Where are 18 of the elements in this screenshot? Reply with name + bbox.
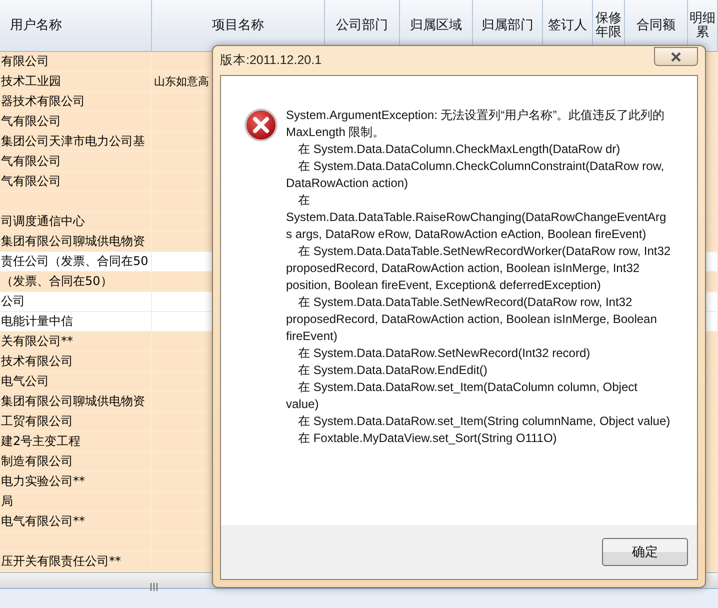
stack-trace-line: 在 System.Data.DataColumn.CheckColumnConstraint(DataRow row, DataRowAction action): [286, 158, 666, 192]
stack-trace-line: 在 System.Data.DataColumn.CheckMaxLength(DataRow dr): [297, 141, 622, 158]
close-button[interactable]: [654, 47, 698, 66]
stack-trace-line: 在 System.Data.DataTable.SetNewRecord(DataRow row, Int32 proposedRecord, DataRowAction action, Boolean isInMerge, Boolean fireEvent): [286, 294, 658, 345]
error-message: System.ArgumentException: 无法设置列“用户名称”。此值违反了此列的 MaxLength 限制。: [286, 107, 666, 141]
stack-trace-line: 在 Foxtable.MyDataView.set_Sort(String O111O): [297, 430, 558, 447]
grip-icon: [150, 583, 160, 591]
error-icon: [244, 108, 278, 142]
stack-trace-line: 在 System.Data.DataRow.set_Item(String columnName, Object value): [297, 413, 671, 430]
stack-trace-line: 在 System.Data.DataTable.SetNewRecordWorker(DataRow row, Int32 proposedRecord, DataRowAction action, Boolean isInMerge, Int32 position, Boolean fireEvent, Exception& deferredException): [286, 243, 671, 294]
column-header[interactable]: 用户名称: [0, 0, 152, 51]
stack-trace-line: 在 System.Data.DataRow.set_Item(DataColumn column, Object value): [286, 379, 638, 413]
stack-trace-line: 在 System.Data.DataTable.RaiseRowChanging(DataRowChangeEventArgs args, DataRow eRow, DataRowAction eAction, Boolean fireEvent): [286, 192, 668, 243]
close-icon: [670, 52, 682, 62]
stack-trace-line: 在 System.Data.DataRow.SetNewRecord(Int32 record): [297, 345, 592, 362]
ok-button[interactable]: 确定: [602, 538, 688, 566]
window-title: 版本:2011.12.20.1: [220, 52, 322, 69]
stack-trace-line: 在 System.Data.DataRow.EndEdit(): [297, 362, 488, 379]
